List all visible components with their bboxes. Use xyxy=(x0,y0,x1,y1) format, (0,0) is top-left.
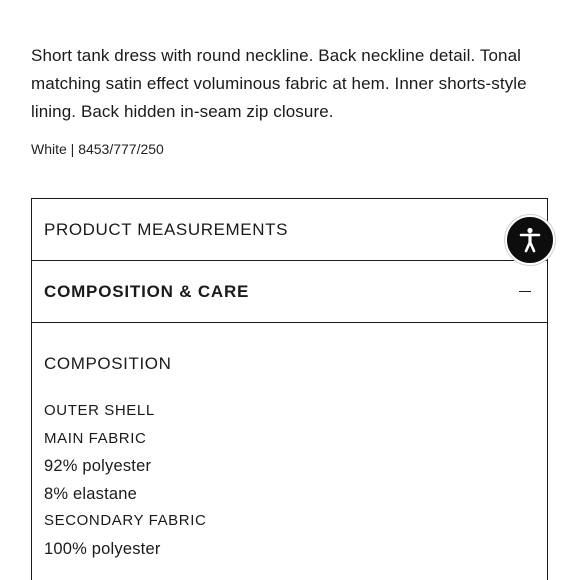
composition-care-toggle[interactable]: COMPOSITION & CARE xyxy=(32,261,547,323)
composition-line-secondary-polyester: 100% polyester xyxy=(44,539,161,558)
minus-icon[interactable] xyxy=(519,291,531,292)
composition-line-polyester: 92% polyester xyxy=(44,457,152,475)
product-description: Short tank dress with round neckline. Ba… xyxy=(31,46,527,121)
product-measurements-label: PRODUCT MEASUREMENTS xyxy=(44,219,289,239)
composition-care-label: COMPOSITION & CARE xyxy=(44,281,250,301)
composition-line-elastane: 8% elastane xyxy=(44,484,138,503)
accessibility-icon xyxy=(519,227,541,253)
composition-list: OUTER SHELL MAIN FABRIC 92% polyester 8%… xyxy=(44,399,206,564)
product-details-page: Short tank dress with round neckline. Ba… xyxy=(0,0,580,580)
composition-line-secondary-fabric: SECONDARY FABRIC xyxy=(44,512,207,529)
composition-line-main-fabric: MAIN FABRIC xyxy=(44,429,147,447)
composition-line-outer-shell: OUTER SHELL xyxy=(44,402,155,419)
product-info-accordion: PRODUCT MEASUREMENTS COMPOSITION & CARE … xyxy=(31,198,548,580)
product-color-reference: White | 8453/777/250 xyxy=(31,141,164,157)
product-measurements-toggle[interactable]: PRODUCT MEASUREMENTS xyxy=(32,199,547,261)
composition-section-title: COMPOSITION xyxy=(44,354,172,373)
accessibility-button[interactable] xyxy=(505,215,555,265)
